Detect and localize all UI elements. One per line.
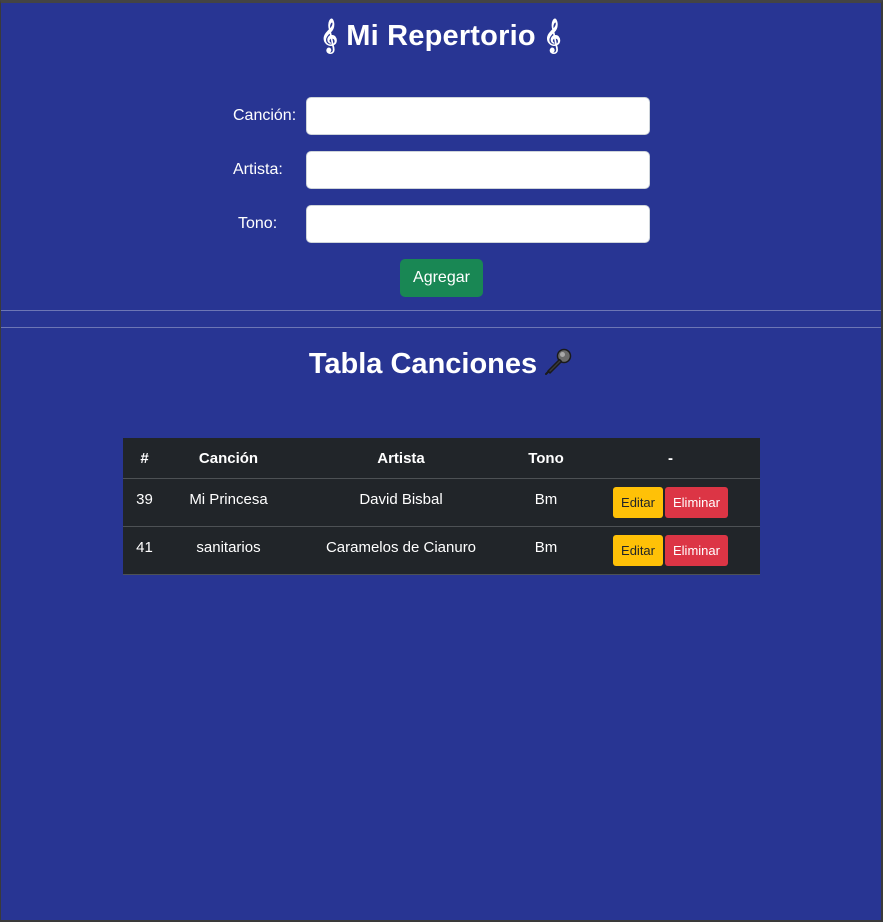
song-input[interactable] <box>306 97 650 135</box>
table-title: Tabla Canciones <box>1 347 881 381</box>
edit-button[interactable]: Editar <box>613 487 663 518</box>
table-row: 41 sanitarios Caramelos de Cianuro Bm Ed… <box>123 526 760 575</box>
add-button[interactable]: Agregar <box>400 259 483 297</box>
edit-button[interactable]: Editar <box>613 535 663 566</box>
cell-id: 39 <box>123 478 166 527</box>
cell-key: Bm <box>511 526 581 575</box>
col-header-id: # <box>123 438 166 479</box>
key-label: Tono: <box>238 215 278 232</box>
songs-table: # Canción Artista Tono - 39 Mi Princesa … <box>123 438 760 575</box>
cell-artist: Caramelos de Cianuro <box>291 526 511 575</box>
cell-id: 41 <box>123 526 166 575</box>
form-row-song: Canción: <box>1 97 881 135</box>
page: 𝄞 Mi Repertorio 𝄞 Canción: Artista: Tono… <box>1 3 881 920</box>
form-row-key: Tono: <box>1 205 881 243</box>
delete-button[interactable]: Eliminar <box>665 535 728 566</box>
cell-key: Bm <box>511 478 581 527</box>
cell-song: Mi Princesa <box>166 478 291 527</box>
artist-label: Artista: <box>233 161 283 178</box>
cell-actions: Editar Eliminar <box>581 478 760 527</box>
page-title: 𝄞 Mi Repertorio 𝄞 <box>320 20 562 52</box>
col-header-actions: - <box>581 438 760 479</box>
form-row-artist: Artista: <box>1 151 881 189</box>
cell-artist: David Bisbal <box>291 478 511 527</box>
col-header-key: Tono <box>511 438 581 479</box>
artist-input[interactable] <box>306 151 650 189</box>
col-header-artist: Artista <box>291 438 511 479</box>
microphone-icon <box>543 347 573 377</box>
col-header-song: Canción <box>166 438 291 479</box>
table-header-row: # Canción Artista Tono - <box>123 438 760 479</box>
delete-button[interactable]: Eliminar <box>665 487 728 518</box>
table-title-text: Tabla Canciones <box>308 348 538 380</box>
divider-top <box>1 310 881 311</box>
key-input[interactable] <box>306 205 650 243</box>
song-label: Canción: <box>233 107 297 124</box>
divider-bottom <box>1 327 881 328</box>
table-row: 39 Mi Princesa David Bisbal Bm Editar Eli… <box>123 478 760 527</box>
cell-song: sanitarios <box>166 526 291 575</box>
cell-actions: Editar Eliminar <box>581 526 760 575</box>
